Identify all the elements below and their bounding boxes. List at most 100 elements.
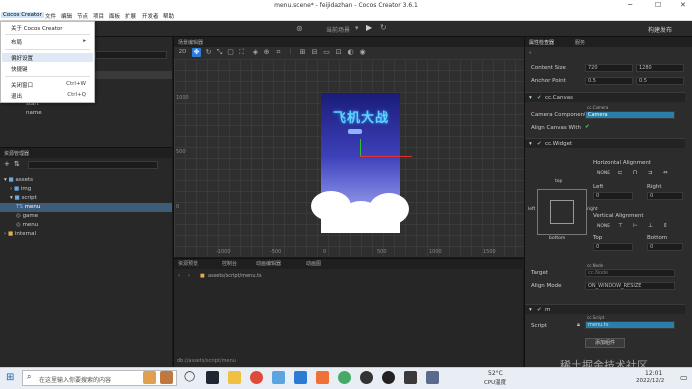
chrome-icon[interactable] [250, 371, 263, 384]
content-size-width-input[interactable]: 720 [585, 64, 633, 72]
widget-component-header[interactable]: ▾ ✔ cc.Widget [525, 138, 685, 148]
wechat-icon[interactable] [338, 371, 351, 384]
sort-icon[interactable]: ⇅ [14, 160, 20, 168]
menu-help[interactable]: 帮助 [163, 12, 174, 20]
ruler-icon[interactable]: ▭ [322, 48, 331, 57]
rotate-tool-icon[interactable]: ↻ [204, 48, 213, 57]
tab-asset-preview[interactable]: 资源预览 [178, 260, 198, 267]
tree-folder-internal[interactable]: › ■ internal [4, 231, 36, 237]
back-icon[interactable]: ‹ [529, 50, 531, 56]
align-bottom-icon[interactable]: ⊥ [648, 223, 653, 229]
local-icon[interactable]: ⊕ [262, 48, 271, 57]
align-center-icon[interactable]: ⊓ [633, 170, 637, 176]
chevron-down-icon[interactable]: ▾ [529, 307, 532, 313]
menu-edit[interactable]: 编辑 [61, 12, 72, 20]
menu-extension[interactable]: 扩展 [125, 12, 136, 20]
align-icon[interactable]: ⫶ [286, 48, 295, 57]
vscode-icon[interactable] [294, 371, 307, 384]
tree-folder-assets[interactable]: ▾ ■ assets [4, 177, 33, 183]
widget-layout-preview[interactable] [537, 189, 587, 235]
valign-none-button[interactable]: NONE [597, 224, 610, 229]
align-stretch-icon[interactable]: ⇔ [663, 170, 668, 176]
align-left-icon[interactable]: ⊏ [618, 170, 623, 176]
tab-animation-graph[interactable]: 动画图 [306, 260, 321, 267]
minimize-button[interactable]: ─ [628, 1, 632, 9]
terminal-app-icon[interactable] [206, 371, 219, 384]
transform-tool-icon[interactable]: ⛶ [237, 48, 246, 57]
script-field[interactable]: menu.ts [585, 321, 675, 329]
chevron-down-icon[interactable]: ▾ [529, 141, 532, 147]
widget-left-input[interactable]: 0 [593, 192, 633, 200]
tab-services[interactable]: 服务 [575, 39, 585, 46]
back-icon[interactable]: ‹ [178, 273, 180, 279]
start-button-sprite[interactable] [348, 129, 362, 134]
maximize-button[interactable]: ☐ [655, 1, 661, 9]
align-canvas-checkbox[interactable]: ✔ [585, 124, 590, 130]
scene-editor-tab[interactable]: 场景编辑器 [178, 39, 203, 46]
current-scene-select[interactable]: 当前场景 [326, 25, 350, 34]
build-release-button[interactable]: 构建发布 [648, 25, 672, 34]
refresh-icon[interactable]: ↻ [380, 23, 387, 32]
align-right-icon[interactable]: ⊐ [648, 170, 653, 176]
menu-node[interactable]: 节点 [77, 12, 88, 20]
2d-toggle[interactable]: 2D [178, 48, 187, 57]
camera-field[interactable]: Camera [585, 111, 675, 119]
app-icon[interactable] [360, 371, 373, 384]
file-explorer-icon[interactable] [228, 371, 241, 384]
windows-start-icon[interactable]: ⊞ [6, 372, 14, 383]
anchor-y-input[interactable]: 0.5 [636, 77, 684, 85]
align-mode-select[interactable]: ON_WINDOW_RESIZE [585, 282, 675, 290]
align-top-icon[interactable]: ⊤ [618, 223, 623, 229]
tab-animation-editor[interactable]: 动画编辑器 [256, 260, 281, 267]
canvas-component-header[interactable]: ▾ ✔ cc.Canvas [525, 92, 685, 102]
menu-project[interactable]: 项目 [93, 12, 104, 20]
close-button[interactable]: ✕ [680, 1, 686, 9]
widget-right-input[interactable]: 0 [647, 192, 683, 200]
enabled-checkbox[interactable]: ✔ [537, 307, 542, 313]
search-highlight-icon[interactable] [143, 371, 156, 384]
tree-file-game[interactable]: ◎ game [16, 213, 38, 219]
tree-node-name[interactable]: name [26, 110, 42, 116]
selected-node-row[interactable] [95, 71, 172, 79]
notification-icon[interactable]: ▭ [680, 373, 688, 382]
canvas-preview[interactable]: 飞机大战 [311, 93, 409, 233]
scene-viewport[interactable]: 1000 500 0 -1000 -500 0 500 1000 1500 飞机… [174, 59, 524, 257]
align-middle-icon[interactable]: ⊢ [633, 223, 638, 229]
add-icon[interactable]: + [4, 160, 10, 168]
menu-item-close-window[interactable]: 关闭窗口 [11, 81, 33, 89]
tree-folder-img[interactable]: › ■ img [10, 186, 31, 192]
menu-panel[interactable]: 面板 [109, 12, 120, 20]
app-icon[interactable] [426, 371, 439, 384]
tab-inspector[interactable]: 属性检查器 [529, 39, 554, 46]
play-icon[interactable]: ▶ [366, 23, 372, 32]
target-field[interactable]: cc.Node [585, 269, 675, 277]
app-icon[interactable] [382, 371, 395, 384]
align-vstretch-icon[interactable]: ⇕ [663, 223, 668, 229]
pivot-icon[interactable]: ◈ [251, 48, 260, 57]
chevron-down-icon[interactable]: ▾ [355, 24, 359, 32]
layout-icon[interactable]: ⊞ [298, 48, 307, 57]
tree-file-menu-ts[interactable]: TS menu [16, 204, 40, 210]
grid-icon[interactable]: ⊡ [334, 48, 343, 57]
app-icon[interactable] [316, 371, 329, 384]
globe-icon[interactable]: ⊛ [296, 24, 303, 33]
scale-tool-icon[interactable]: ⤡ [215, 48, 224, 57]
y-axis-gizmo[interactable] [360, 139, 361, 156]
rect-tool-icon[interactable]: ▢ [226, 48, 235, 57]
forward-icon[interactable]: › [188, 273, 190, 279]
snap-icon[interactable]: ⌗ [274, 48, 283, 57]
menu-item-layout[interactable]: 布局 [11, 38, 22, 46]
enabled-checkbox[interactable]: ✔ [537, 141, 542, 147]
add-component-button[interactable]: 添加组件 [585, 338, 625, 348]
widget-bottom-input[interactable]: 0 [647, 243, 683, 251]
task-view-icon[interactable]: ◯ [184, 371, 195, 382]
menu-item-about[interactable]: 关于 Cocos Creator [11, 24, 62, 32]
camera-icon[interactable]: ◉ [358, 48, 367, 57]
anchor-x-input[interactable]: 0.5 [585, 77, 633, 85]
search-highlight-icon[interactable] [160, 371, 173, 384]
halign-none-button[interactable]: NONE [597, 171, 610, 176]
move-tool-icon[interactable]: ✥ [192, 48, 201, 57]
hierarchy-search-input[interactable] [95, 51, 167, 59]
chevron-down-icon[interactable]: ▾ [529, 95, 532, 101]
menu-item-preferences[interactable]: 偏好设置 [11, 54, 33, 62]
